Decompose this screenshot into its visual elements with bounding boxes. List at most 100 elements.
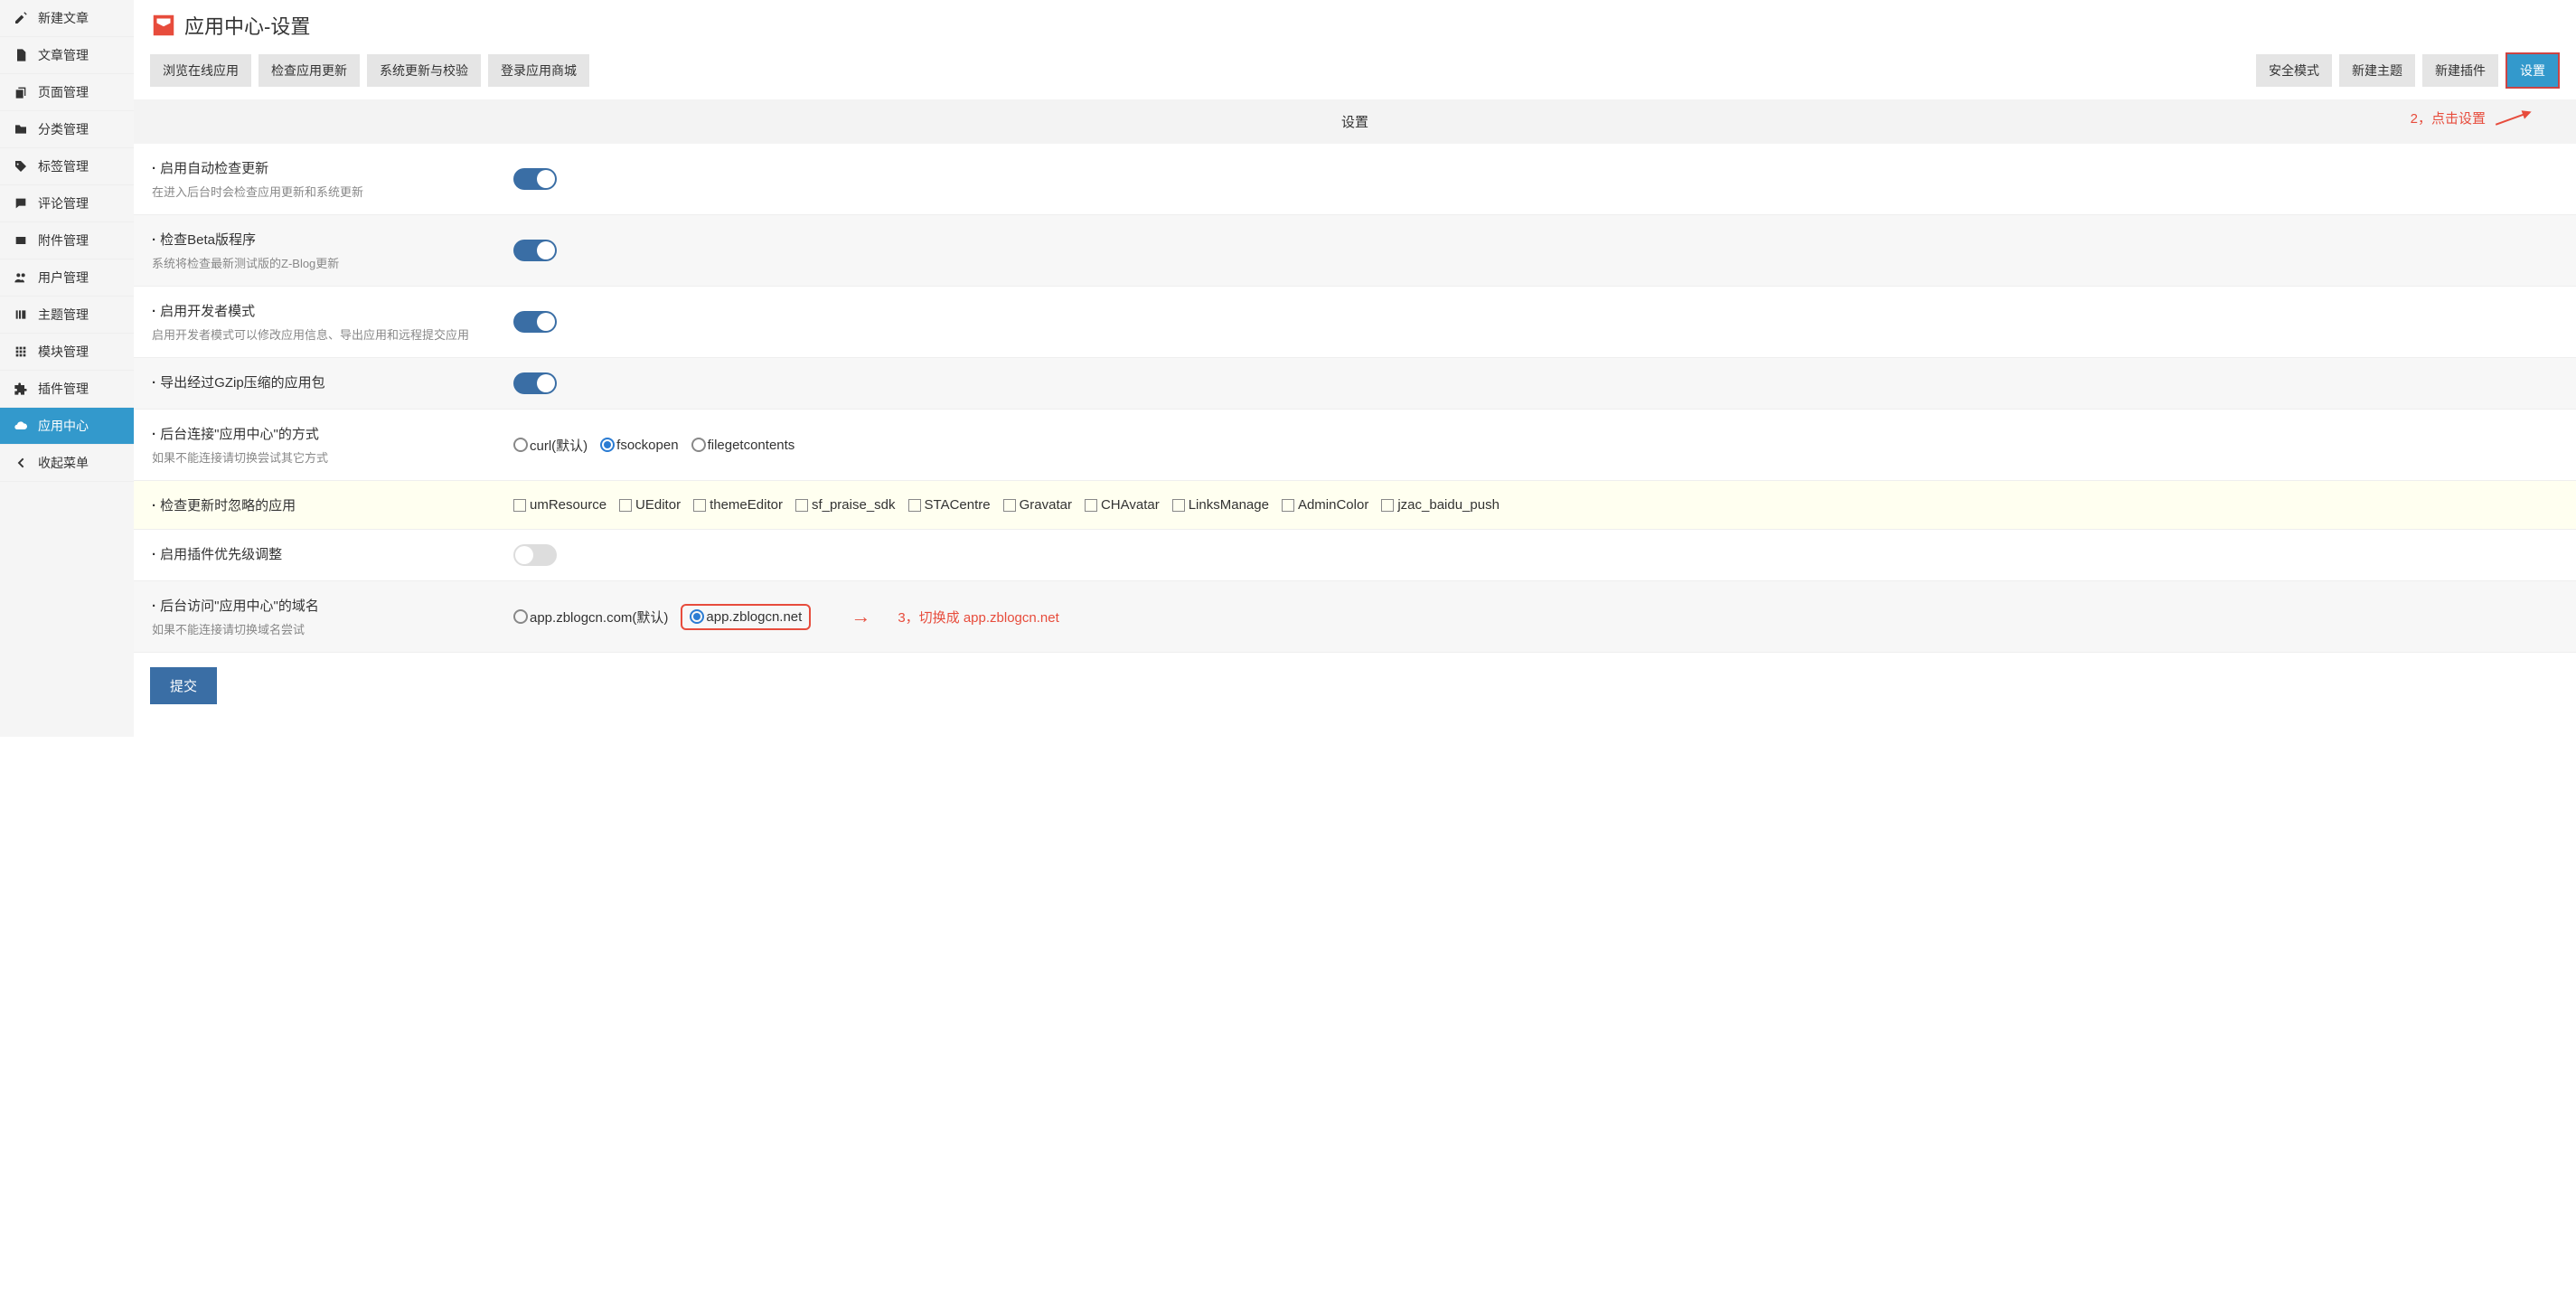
setting-label: 检查更新时忽略的应用 (134, 481, 504, 529)
toolbar-right-1[interactable]: 新建主题 (2339, 54, 2415, 87)
sidebar-item-12[interactable]: 收起菜单 (0, 445, 134, 482)
check-option-9[interactable]: jzac_baidu_push (1381, 497, 1500, 513)
annotation-click-settings: 2，点击设置 (2411, 108, 2531, 127)
sidebar-item-11[interactable]: 应用中心 (0, 408, 134, 445)
sidebar-item-label: 模块管理 (38, 343, 89, 361)
check-label: LinksManage (1189, 497, 1269, 513)
sidebar-item-label: 主题管理 (38, 306, 89, 324)
puzzle-icon (13, 381, 29, 397)
submit-button[interactable]: 提交 (150, 667, 217, 704)
toolbar-right-3[interactable]: 设置 (2505, 52, 2560, 89)
check-label: UEditor (635, 497, 681, 513)
setting-control (504, 144, 2576, 214)
sidebar-item-label: 文章管理 (38, 46, 89, 64)
radio-icon (690, 609, 704, 624)
toggle-switch[interactable] (513, 544, 557, 566)
arrow-icon (2496, 111, 2530, 126)
setting-control (504, 358, 2576, 409)
sidebar-item-6[interactable]: 附件管理 (0, 222, 134, 259)
toolbar-left-1[interactable]: 检查应用更新 (259, 54, 360, 87)
setting-row-3: 导出经过GZip压缩的应用包 (134, 358, 2576, 410)
toolbar-right-2[interactable]: 新建插件 (2422, 54, 2498, 87)
radio-label: app.zblogcn.com(默认) (530, 608, 668, 627)
attachment-icon (13, 232, 29, 249)
check-label: jzac_baidu_push (1397, 497, 1500, 513)
check-option-7[interactable]: LinksManage (1172, 497, 1269, 513)
sidebar-item-10[interactable]: 插件管理 (0, 371, 134, 408)
setting-desc: 如果不能连接请切换域名尝试 (152, 620, 486, 637)
check-option-4[interactable]: STACentre (908, 497, 991, 513)
sidebar-item-label: 附件管理 (38, 231, 89, 250)
checkbox-icon (1085, 499, 1097, 512)
sidebar-item-label: 评论管理 (38, 194, 89, 212)
radio-option-2[interactable]: filegetcontents (691, 438, 795, 453)
settings-header-text: 设置 (1341, 115, 1368, 130)
check-option-2[interactable]: themeEditor (693, 497, 783, 513)
pencil-icon (13, 10, 29, 26)
submit-bar: 提交 (134, 653, 2576, 719)
toolbar-left-0[interactable]: 浏览在线应用 (150, 54, 251, 87)
radio-option-0[interactable]: app.zblogcn.com(默认) (513, 608, 668, 627)
toolbar-left-2[interactable]: 系统更新与校验 (367, 54, 481, 87)
setting-row-5: 检查更新时忽略的应用 umResource UEditor themeEditor sf… (134, 481, 2576, 530)
radio-icon (600, 438, 615, 452)
file-text-icon (13, 47, 29, 63)
users-icon (13, 269, 29, 286)
radio-option-0[interactable]: curl(默认) (513, 436, 588, 455)
sidebar-item-1[interactable]: 文章管理 (0, 37, 134, 74)
sidebar-item-7[interactable]: 用户管理 (0, 259, 134, 297)
setting-title: 后台连接"应用中心"的方式 (152, 424, 486, 443)
radio-option-1[interactable]: fsockopen (600, 438, 678, 453)
setting-control: curl(默认) fsockopen filegetcontents (504, 410, 2576, 480)
toolbar-left-3[interactable]: 登录应用商城 (488, 54, 589, 87)
sidebar-item-2[interactable]: 页面管理 (0, 74, 134, 111)
toggle-switch[interactable] (513, 168, 557, 190)
setting-control (504, 530, 2576, 580)
setting-desc: 启用开发者模式可以修改应用信息、导出应用和远程提交应用 (152, 325, 486, 343)
setting-row-1: 检查Beta版程序系统将检查最新测试版的Z-Blog更新 (134, 215, 2576, 287)
radio-option-1[interactable]: app.zblogcn.net (681, 604, 811, 630)
annotation-switch-domain: →3，切换成 app.zblogcn.net (851, 605, 1058, 628)
setting-title: 导出经过GZip压缩的应用包 (152, 372, 486, 391)
sidebar-item-5[interactable]: 评论管理 (0, 185, 134, 222)
sidebar-item-0[interactable]: 新建文章 (0, 0, 134, 37)
setting-label: 检查Beta版程序系统将检查最新测试版的Z-Blog更新 (134, 215, 504, 286)
check-option-0[interactable]: umResource (513, 497, 606, 513)
setting-label: 启用插件优先级调整 (134, 530, 504, 580)
setting-row-7: 后台访问"应用中心"的域名如果不能连接请切换域名尝试 app.zblogcn.co… (134, 581, 2576, 653)
setting-label: 导出经过GZip压缩的应用包 (134, 358, 504, 409)
setting-control (504, 215, 2576, 286)
radio-label: filegetcontents (708, 438, 795, 453)
setting-title: 后台访问"应用中心"的域名 (152, 596, 486, 615)
sidebar-item-3[interactable]: 分类管理 (0, 111, 134, 148)
setting-row-0: 启用自动检查更新在进入后台时会检查应用更新和系统更新 (134, 144, 2576, 215)
checkbox-icon (1282, 499, 1294, 512)
toolbar-right-0[interactable]: 安全模式 (2256, 54, 2332, 87)
check-label: Gravatar (1020, 497, 1072, 513)
check-option-3[interactable]: sf_praise_sdk (795, 497, 896, 513)
sidebar-item-9[interactable]: 模块管理 (0, 334, 134, 371)
checkbox-icon (1172, 499, 1185, 512)
toggle-switch[interactable] (513, 372, 557, 394)
copy-icon (13, 84, 29, 100)
settings-section-header: 设置 2，点击设置 (134, 99, 2576, 144)
toggle-switch[interactable] (513, 311, 557, 333)
sidebar-item-8[interactable]: 主题管理 (0, 297, 134, 334)
toggle-switch[interactable] (513, 240, 557, 261)
setting-row-2: 启用开发者模式启用开发者模式可以修改应用信息、导出应用和远程提交应用 (134, 287, 2576, 358)
check-option-1[interactable]: UEditor (619, 497, 681, 513)
toolbar: 浏览在线应用检查应用更新系统更新与校验登录应用商城 安全模式新建主题新建插件设置 (134, 47, 2576, 99)
sidebar-item-4[interactable]: 标签管理 (0, 148, 134, 185)
check-option-6[interactable]: CHAvatar (1085, 497, 1160, 513)
check-label: themeEditor (710, 497, 783, 513)
check-option-8[interactable]: AdminColor (1282, 497, 1368, 513)
setting-row-4: 后台连接"应用中心"的方式如果不能连接请切换尝试其它方式curl(默认)fsoc… (134, 410, 2576, 481)
setting-title: 启用插件优先级调整 (152, 544, 486, 563)
setting-desc: 在进入后台时会检查应用更新和系统更新 (152, 183, 486, 200)
annotation-1-text: 2，点击设置 (2411, 108, 2486, 127)
check-label: AdminColor (1298, 497, 1368, 513)
check-label: umResource (530, 497, 606, 513)
check-option-5[interactable]: Gravatar (1003, 497, 1072, 513)
page-title: 应用中心-设置 (184, 11, 310, 40)
chevron-left-icon (13, 455, 29, 471)
